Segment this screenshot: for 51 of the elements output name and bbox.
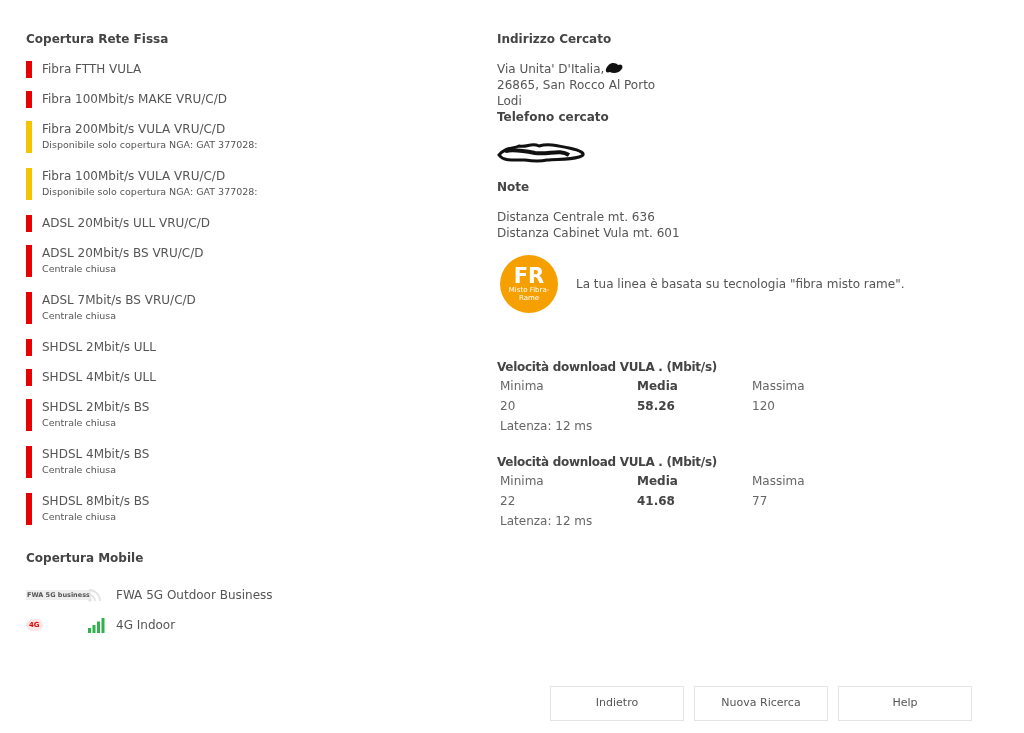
service-note: Centrale chiusa [42,416,118,430]
service-note: Disponibile solo copertura NGA: GAT 377028: [42,185,258,199]
section-heading: Telefono cercato [497,109,610,125]
technology-text: La tua linea è basata su tecnologia "fibra misto rame". [576,276,905,293]
column-label: Media [637,473,679,490]
service-name: ADSL 7Mbit/s BS VRU/C/D [42,292,196,308]
section-heading: Copertura Mobile [26,550,145,566]
service-name: 4G Indoor [116,617,176,634]
service-name: Fibra FTTH VULA [42,61,142,77]
note-line: Distanza Centrale mt. 636 [497,209,656,225]
note-line: Distanza Cabinet Vula mt. 601 [497,225,681,241]
action-button[interactable]: Nuova Ricerca [694,686,828,721]
service-name: ADSL 20Mbit/s ULL VRU/C/D [42,215,210,231]
service-note: Centrale chiusa [42,309,118,323]
speed-value: 58.26 [637,398,676,415]
service-note: Centrale chiusa [42,262,118,276]
service-note: Disponibile solo copertura NGA: GAT 377028: [42,138,258,152]
address-line: Lodi [497,93,522,109]
speed-heading: Velocità download VULA . (Mbit/s) [497,359,718,376]
service-note: Centrale chiusa [42,510,118,524]
action-button[interactable]: Indietro [550,686,684,721]
service-name: SHDSL 4Mbit/s ULL [42,369,156,385]
column-label: Massima [752,473,806,490]
action-button[interactable]: Help [838,686,972,721]
speed-value: 120 [752,398,776,415]
speed-value: 22 [500,493,517,510]
service-name: FWA 5G Outdoor Business [116,587,273,604]
latency-text: Latenza: 12 ms [499,513,594,530]
service-note: Centrale chiusa [42,463,118,477]
column-label: Media [637,378,679,395]
service-name: SHDSL 4Mbit/s BS [42,446,150,462]
column-label: Minima [500,473,545,490]
speed-value: 41.68 [637,493,676,510]
address-line: 26865, San Rocco Al Porto [497,77,656,93]
section-heading: Copertura Rete Fissa [26,31,170,47]
service-name: SHDSL 2Mbit/s ULL [42,339,156,355]
section-heading: Indirizzo Cercato [497,31,613,47]
address-line: Via Unita' D'Italia, [497,61,605,77]
service-name: SHDSL 2Mbit/s BS [42,399,150,415]
column-label: Massima [752,378,806,395]
service-name: Fibra 100Mbit/s MAKE VRU/C/D [42,91,227,107]
service-name: Fibra 200Mbit/s VULA VRU/C/D [42,121,227,137]
column-label: Minima [500,378,545,395]
service-name: Fibra 100Mbit/s VULA VRU/C/D [42,168,227,184]
service-name: ADSL 20Mbit/s BS VRU/C/D [42,245,204,261]
service-name: SHDSL 8Mbit/s BS [42,493,150,509]
speed-value: 20 [500,398,517,415]
section-heading: Note [497,179,531,195]
speed-heading: Velocità download VULA . (Mbit/s) [497,454,718,471]
latency-text: Latenza: 12 ms [499,418,594,435]
speed-value: 77 [752,493,769,510]
